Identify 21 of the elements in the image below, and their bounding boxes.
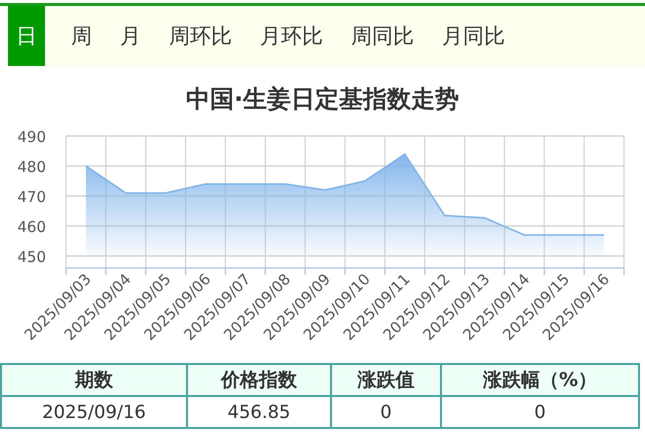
chart-title: 中国·生姜日定基指数走势 bbox=[184, 84, 460, 115]
column-header: 价格指数 bbox=[187, 364, 331, 396]
column-header: 涨跌值 bbox=[331, 364, 441, 396]
period-tab[interactable]: 月环比 bbox=[246, 6, 337, 66]
table-cell: 456.85 bbox=[187, 396, 331, 428]
y-axis-label: 450 bbox=[17, 248, 46, 266]
table-cell: 0 bbox=[331, 396, 441, 428]
column-header: 期数 bbox=[1, 364, 187, 396]
period-tab[interactable]: 周 bbox=[57, 6, 106, 66]
y-axis-label: 490 bbox=[17, 128, 46, 146]
period-tab[interactable]: 月同比 bbox=[428, 6, 519, 66]
period-tab[interactable]: 周同比 bbox=[337, 6, 428, 66]
period-tab[interactable]: 周环比 bbox=[155, 6, 246, 66]
table-cell: 2025/09/16 bbox=[1, 396, 187, 428]
period-tab[interactable]: 月 bbox=[106, 6, 155, 66]
y-axis-label: 460 bbox=[17, 218, 46, 236]
y-axis-label: 470 bbox=[17, 188, 46, 206]
y-axis-label: 480 bbox=[17, 158, 46, 176]
column-header: 涨跌幅（%） bbox=[441, 364, 639, 396]
period-tab[interactable]: 日 bbox=[8, 6, 45, 66]
table-cell: 0 bbox=[441, 396, 639, 428]
